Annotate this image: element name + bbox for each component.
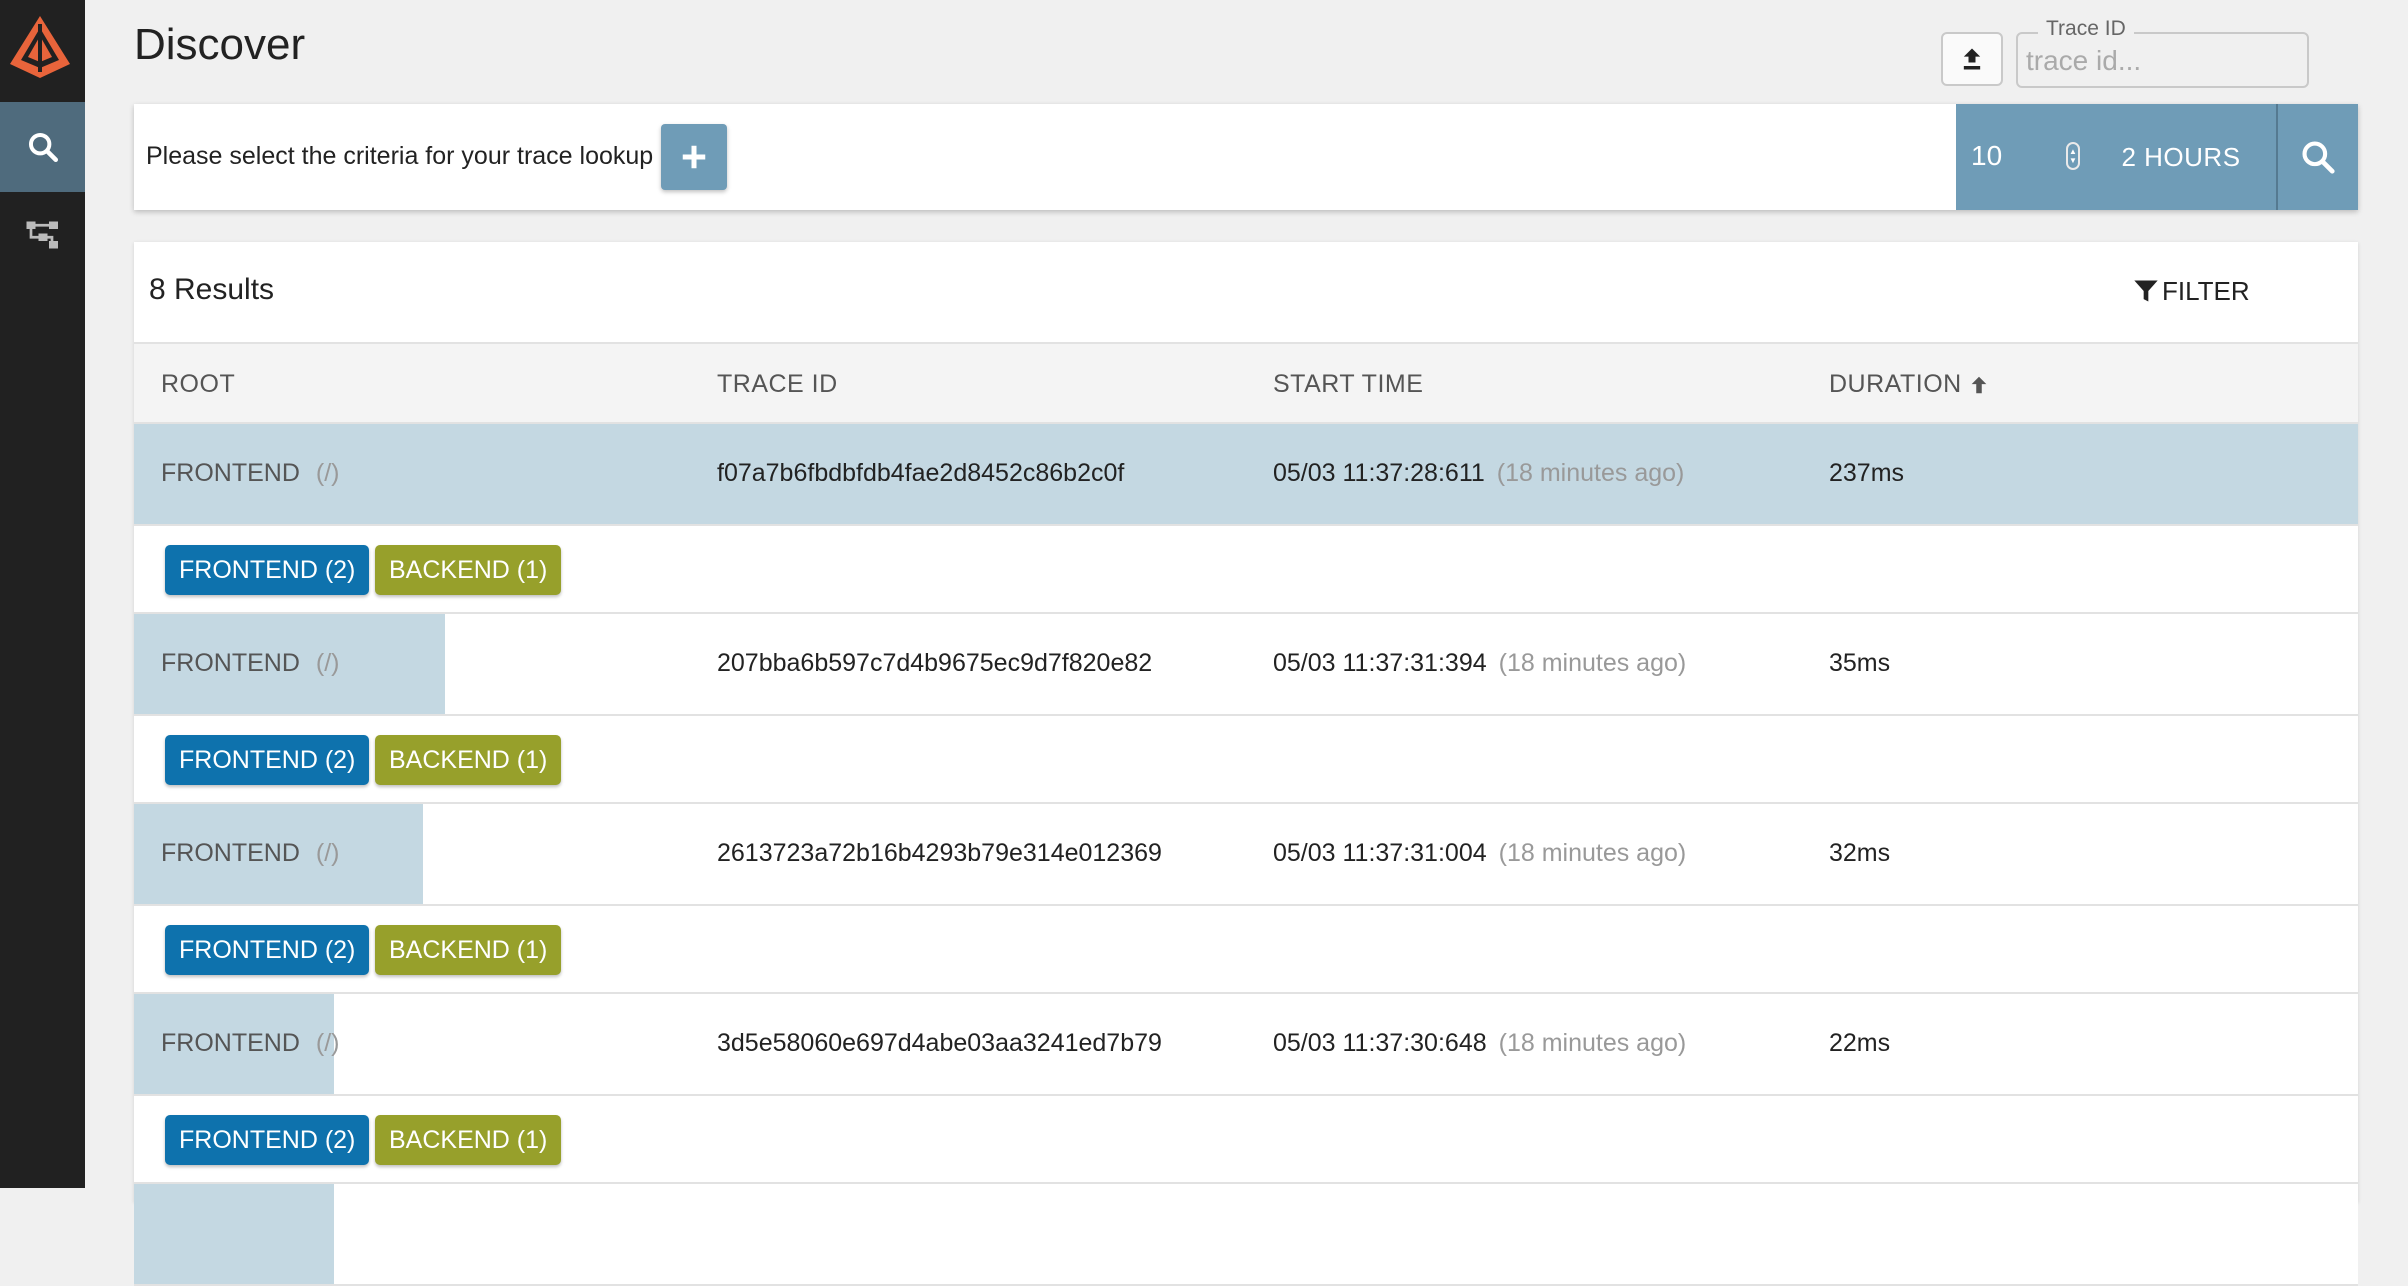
root-cell: FRONTEND (/) [161,459,340,488]
frontend-tag[interactable]: FRONTEND (2) [165,1115,370,1165]
results-header: 8 Results FILTER [134,242,2358,342]
table-header: ROOT TRACE ID START TIME DURATION [134,342,2358,424]
root-path: (/) [315,459,340,487]
start-time-cell: 05/03 11:37:31:004 (18 minutes ago) [1273,839,1686,868]
backend-tag[interactable]: BACKEND (1) [375,925,562,975]
results-panel: 8 Results FILTER ROOT TRACE ID START TIM… [134,242,2358,1286]
trace-id-cell: 207bba6b597c7d4b9675ec9d7f820e82 [717,649,1153,677]
relative-time: (18 minutes ago) [1496,459,1685,487]
upload-button[interactable] [1941,32,2003,86]
service-tags: FRONTEND (2) BACKEND (1) [134,526,2358,614]
limit-stepper[interactable]: ▲ ▼ [2066,142,2080,170]
start-time: 05/03 11:37:28:611 [1273,459,1485,487]
duration-bar [134,1184,334,1284]
duration-bar [134,424,2358,524]
stepper-up-icon: ▲ [2069,147,2077,156]
dependencies-icon [26,221,58,249]
duration-cell: 237ms [1829,459,1905,487]
relative-time: (18 minutes ago) [1498,1029,1687,1057]
filter-button[interactable]: FILTER [2132,272,2250,310]
filter-label: FILTER [2162,275,2250,306]
column-root[interactable]: ROOT [161,370,235,399]
frontend-tag[interactable]: FRONTEND (2) [165,735,370,785]
start-time-cell: 05/03 11:37:28:611 (18 minutes ago) [1273,459,1684,488]
stepper-down-icon: ▼ [2069,156,2077,165]
trace-id-cell: 3d5e58060e697d4abe03aa3241ed7b79 [717,1029,1162,1057]
start-time-cell: 05/03 11:37:31:394 (18 minutes ago) [1273,649,1686,678]
results-count: 8 Results [149,273,275,306]
root-service: FRONTEND [161,839,300,867]
column-trace-id[interactable]: TRACE ID [717,370,838,399]
search-controls: 10 ▲ ▼ 2 HOURS [1956,104,2358,210]
root-cell: FRONTEND (/) [161,649,340,678]
table-row[interactable]: FRONTEND (/) 3d5e58060e697d4abe03aa3241ed… [134,994,2358,1096]
start-time-cell: 05/03 11:37:30:648 (18 minutes ago) [1273,1029,1686,1058]
duration-cell: 22ms [1829,1029,1891,1057]
start-time: 05/03 11:37:31:394 [1273,649,1487,677]
zipkin-logo-icon[interactable] [7,14,73,80]
duration-cell: 32ms [1829,839,1891,867]
root-path: (/) [315,839,340,867]
trace-id-input[interactable] [2024,42,2298,80]
sidebar [0,0,85,1188]
lookback-button[interactable]: 2 HOURS [2086,104,2276,210]
root-path: (/) [315,1029,340,1057]
service-tags: FRONTEND (2) BACKEND (1) [134,906,2358,994]
backend-tag[interactable]: BACKEND (1) [375,545,562,595]
search-icon [2302,141,2335,174]
search-button[interactable] [2278,104,2358,210]
service-tags: FRONTEND (2) BACKEND (1) [134,716,2358,804]
table-row[interactable] [134,1184,2358,1286]
start-time: 05/03 11:37:30:648 [1273,1029,1487,1057]
root-service: FRONTEND [161,649,300,677]
sidebar-item-discover[interactable] [0,102,85,192]
table-row[interactable]: FRONTEND (/) 2613723a72b16b4293b79e314e01… [134,804,2358,906]
relative-time: (18 minutes ago) [1498,649,1687,677]
frontend-tag[interactable]: FRONTEND (2) [165,925,370,975]
table-row[interactable]: FRONTEND (/) 207bba6b597c7d4b9675ec9d7f82… [134,614,2358,716]
root-cell: FRONTEND (/) [161,839,340,868]
duration-cell: 35ms [1829,649,1891,677]
page-title: Discover [134,20,306,69]
trace-id-label: Trace ID [2038,17,2134,41]
root-cell: FRONTEND (/) [161,1029,340,1058]
sidebar-item-dependencies[interactable] [0,190,85,280]
upload-icon [1963,48,1981,70]
plus-icon [682,145,706,169]
filter-icon [2134,280,2158,302]
root-service: FRONTEND [161,459,300,487]
limit-input[interactable]: 10 [1971,140,2002,172]
root-path: (/) [315,649,340,677]
frontend-tag[interactable]: FRONTEND (2) [165,545,370,595]
backend-tag[interactable]: BACKEND (1) [375,735,562,785]
relative-time: (18 minutes ago) [1498,839,1687,867]
table-row[interactable]: FRONTEND (/) f07a7b6fbdbfdb4fae2d8452c86b… [134,424,2358,526]
column-start-time[interactable]: START TIME [1273,370,1423,399]
arrow-up-icon [1971,376,1987,393]
service-tags: FRONTEND (2) BACKEND (1) [134,1096,2358,1184]
criteria-prompt: Please select the criteria for your trac… [146,142,654,170]
start-time: 05/03 11:37:31:004 [1273,839,1487,867]
search-bar: Please select the criteria for your trac… [134,104,2358,210]
root-service: FRONTEND [161,1029,300,1057]
column-duration[interactable]: DURATION [1829,370,1990,399]
add-criteria-button[interactable] [661,124,727,190]
trace-id-cell: f07a7b6fbdbfdb4fae2d8452c86b2c0f [717,459,1125,487]
trace-id-field: Trace ID [2016,17,2309,88]
backend-tag[interactable]: BACKEND (1) [375,1115,562,1165]
search-icon [28,132,58,163]
trace-id-cell: 2613723a72b16b4293b79e314e012369 [717,839,1162,867]
